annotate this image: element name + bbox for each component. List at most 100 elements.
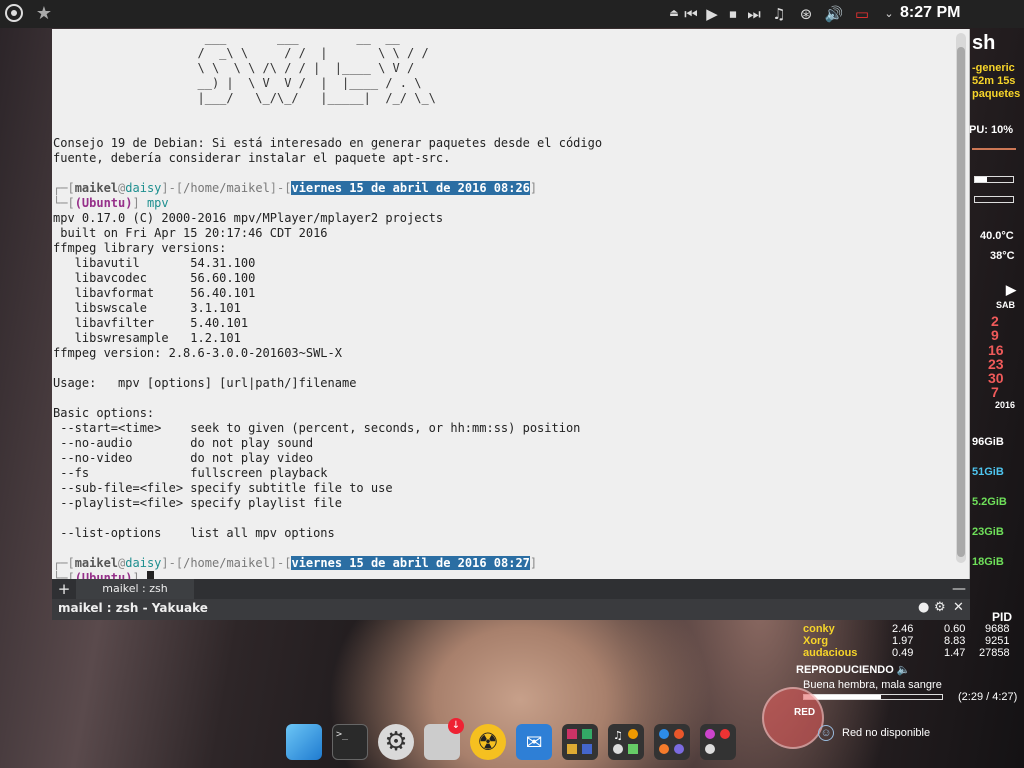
music-icon[interactable]: ♫ — [768, 3, 790, 25]
typed-command: mpv — [146, 196, 169, 210]
next-track-icon[interactable]: ⏭ — [743, 3, 765, 25]
output-line: ffmpeg version: 2.8.6-3.0.0-201603~SWL-X — [53, 346, 342, 360]
finder-icon[interactable] — [286, 724, 322, 760]
prompt-user: maikel — [74, 556, 119, 570]
network-badge-label: RED — [794, 707, 816, 718]
process-cpu: 1.97 — [892, 635, 914, 647]
network-icon[interactable]: ⊛ — [795, 3, 817, 25]
speaker-icon: 🔈 — [896, 664, 911, 676]
output-line: libavcodec 56.60.100 — [53, 271, 256, 285]
song-time: (2:29 / 4:27) — [958, 691, 1018, 703]
ram-bar — [974, 176, 1014, 183]
ascii-banner: ___ ___ __ __ / _\ \ / / | \ \ / / \ \ \… — [53, 31, 953, 106]
prompt-os: (Ubuntu) — [74, 196, 133, 210]
banner-line: ___ ___ __ __ — [53, 31, 400, 45]
process-mem: 1.47 — [944, 647, 966, 659]
window-title: maikel : zsh - Yakuake — [58, 601, 208, 615]
app-menu-icon[interactable] — [3, 3, 25, 25]
output-line: libswscale 3.1.101 — [53, 301, 241, 315]
terminal-scrollbar[interactable] — [956, 33, 966, 563]
calendar-day: SAB — [996, 300, 1016, 310]
terminal-icon[interactable]: >_ — [332, 724, 368, 760]
process-mem: 0.60 — [944, 623, 966, 635]
process-pid: 27858 — [979, 647, 1010, 659]
minimize-terminal-button[interactable]: — — [952, 579, 966, 599]
cpu-graph — [972, 140, 1016, 150]
calendar-date: 9 — [991, 327, 999, 343]
song-title: Buena hembra, mala sangre — [803, 679, 942, 691]
settings-gear-icon[interactable]: ⚙ — [378, 724, 414, 760]
scrollbar-thumb[interactable] — [957, 47, 965, 557]
process-name: conky — [803, 623, 835, 635]
disk-usage: 5.2GiB — [972, 496, 1007, 508]
desktop-wallpaper: ★ ⏏ ⏮ ▶ ⏹ ⏭ ♫ ⊛ 🔊 ▭ ⌄ 8:27 PM ___ ___ __… — [0, 0, 1024, 768]
prompt-line: └─[(Ubuntu)] mpv — [53, 196, 169, 210]
process-pid: 9251 — [985, 635, 1010, 647]
prompt-line: ┌─[maikel@daisy]-[/home/maikel]-[viernes… — [53, 181, 538, 195]
new-tab-button[interactable]: + — [56, 579, 72, 599]
play-icon[interactable]: ▶ — [701, 3, 723, 25]
yakuake-terminal[interactable]: ___ ___ __ __ / _\ \ / / | \ \ / / \ \ \… — [52, 29, 970, 585]
mail-icon[interactable]: ✉ — [516, 724, 552, 760]
temperature-1: 40.0°C — [980, 230, 1014, 242]
terminal-tab-bar: + maikel : zsh — — [52, 579, 970, 599]
prompt-date: viernes 15 de abril de 2016 08:27 — [291, 556, 530, 570]
prompt-user: maikel — [74, 181, 119, 195]
output-line: libswresample 1.2.101 — [53, 331, 241, 345]
prompt-line: ┌─[maikel@daisy]-[/home/maikel]-[viernes… — [53, 556, 538, 570]
output-line: ffmpeg library versions: — [53, 241, 227, 255]
disk-usage: 18GiB — [972, 556, 1004, 568]
tray-expand-icon[interactable]: ⌄ — [878, 3, 900, 25]
calendar-year: 2016 — [995, 400, 1016, 410]
player-status-label: REPRODUCIENDO — [796, 664, 894, 676]
prompt-date: viernes 15 de abril de 2016 08:26 — [291, 181, 530, 195]
output-line: built on Fri Apr 15 20:17:46 CDT 2016 — [53, 226, 328, 240]
conky-title: sh — [972, 32, 996, 54]
output-line: libavformat 56.40.101 — [53, 286, 256, 300]
favorites-star-icon[interactable]: ★ — [33, 3, 55, 25]
clock[interactable]: 8:27 PM — [900, 4, 960, 22]
network-status: Red no disponible — [842, 727, 931, 739]
notification-icon[interactable]: ▭ — [851, 3, 873, 25]
user-icon: ☺ — [818, 725, 834, 741]
previous-track-icon[interactable]: ⏮ — [680, 3, 702, 25]
network-badge: RED — [762, 687, 824, 749]
downloads-icon[interactable]: ↓ — [424, 718, 464, 760]
process-cpu: 2.46 — [892, 623, 914, 635]
utilities-icon[interactable] — [700, 724, 736, 760]
song-progress-bar — [803, 694, 943, 700]
process-mem: 8.83 — [944, 635, 966, 647]
process-name: audacious — [803, 647, 858, 659]
volume-icon[interactable]: 🔊 — [823, 3, 845, 25]
media-apps-icon[interactable]: ♫ — [608, 724, 644, 760]
banner-line: |___/ \_/\_/ |_____| /_/ \_\ — [53, 91, 436, 105]
calendar-next-icon[interactable]: ▶ — [1006, 282, 1016, 298]
output-line: libavfilter 5.40.101 — [53, 316, 249, 330]
prompt-path: /home/maikel — [183, 181, 270, 195]
player-status: REPRODUCIENDO 🔈 — [796, 663, 911, 676]
conky-process-player-panel: PID conky 2.46 0.60 9688 Xorg 1.97 8.83 … — [762, 605, 1024, 768]
process-name: Xorg — [803, 635, 829, 647]
disk-usage: 23GiB — [972, 526, 1004, 538]
browsers-icon[interactable] — [654, 724, 690, 760]
radiation-icon[interactable]: ☢ — [470, 724, 506, 760]
output-line: --no-video do not play video — [53, 451, 314, 465]
dock: >_ ⚙ ↓ ☢ ✉ ♫ — [282, 718, 742, 768]
banner-line: __) | \ V V / | |____ / . \ — [53, 76, 422, 90]
process-cpu: 0.49 — [892, 647, 914, 659]
output-line: --no-audio do not play sound — [53, 436, 314, 450]
banner-line: / _\ \ / / | \ \ / / — [53, 46, 429, 60]
output-line: Basic options: — [53, 406, 155, 420]
debian-tip-line: Consejo 19 de Debian: Si está interesado… — [53, 136, 603, 150]
debian-tip-line: fuente, debería considerar instalar el p… — [53, 151, 451, 165]
stop-icon[interactable]: ⏹ — [722, 3, 744, 25]
app-grid-icon[interactable] — [562, 724, 598, 760]
output-line: libavutil 54.31.100 — [53, 256, 256, 270]
tab-maikel-zsh[interactable]: maikel : zsh — [76, 579, 194, 599]
cpu-usage: PU: 10% — [969, 124, 1014, 136]
conky-system-monitor: sh -generic 52m 15s paquetes PU: 10% 40.… — [968, 28, 1024, 618]
